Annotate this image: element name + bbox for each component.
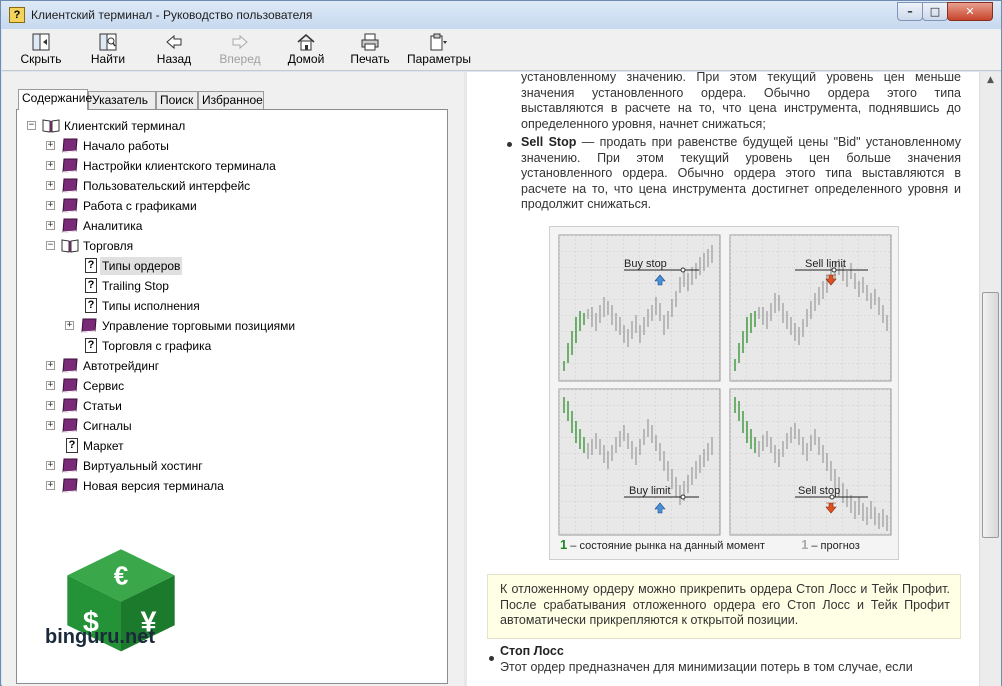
book-icon [62,198,78,213]
options-icon [430,33,447,51]
hide-icon [32,33,50,51]
expand-icon[interactable]: + [46,361,55,370]
stop-loss-text: Этот ордер предназначен для минимизации … [500,659,913,674]
expand-icon[interactable]: + [46,461,55,470]
help-topic-icon: ? [85,278,97,293]
close-button[interactable]: ✕ [947,2,993,21]
book-icon [62,398,78,413]
tab-favorites[interactable]: Избранное [198,91,264,109]
expand-icon[interactable]: + [46,161,55,170]
legend-current: – состояние рынка на данный момент [567,540,765,552]
book-icon [81,318,97,333]
stop-loss-term: Стоп Лосс [500,644,564,658]
main-window: ? Клиентский терминал - Руководство поль… [0,0,1002,686]
sell-stop-paragraph: Sell Stop — продать при равенстве будуще… [521,135,961,213]
open-book-icon [42,119,60,133]
help-topic-icon: ? [85,298,97,313]
tab-index[interactable]: Указатель [88,91,156,109]
window-title: Клиентский терминал - Руководство пользо… [31,8,313,22]
tab-contents[interactable]: Содержание [18,89,92,110]
book-icon [62,358,78,373]
toolbar: Скрыть Найти Назад Вперед Домой Печать П… [2,29,1001,71]
print-button[interactable]: Печать [350,31,390,69]
note-text: К отложенному ордеру можно прикрепить ор… [500,582,950,628]
hide-button[interactable]: Скрыть [20,31,62,69]
help-topic-icon: ? [66,438,78,453]
vertical-scrollbar[interactable]: ▲ [979,72,1001,686]
printer-icon [361,33,379,51]
topic-content: установленному значению. При этом текущи… [467,72,979,686]
book-icon [62,138,78,153]
book-icon [62,378,78,393]
collapse-icon[interactable]: − [27,121,36,130]
minimize-button[interactable]: – [897,2,923,21]
expand-icon[interactable]: + [46,141,55,150]
book-icon [62,418,78,433]
chart-label-buy-stop: Buy stop [624,258,667,270]
home-button[interactable]: Домой [286,31,326,69]
expand-icon[interactable]: + [46,401,55,410]
expand-icon[interactable]: + [65,321,74,330]
text-paragraph: установленному значению. При этом текущи… [521,72,961,131]
chart-label-sell-limit: Sell limit [805,258,846,270]
back-button[interactable]: Назад [154,31,194,69]
collapse-icon[interactable]: − [46,241,55,250]
expand-icon[interactable]: + [46,201,55,210]
help-topic-icon: ? [85,258,97,273]
help-app-icon: ? [9,7,25,23]
expand-icon[interactable]: + [46,421,55,430]
find-icon [99,33,117,51]
order-charts-svg: Buy stop Sell limit Buy limit Sell stop [558,234,892,536]
sell-stop-text: — продать при равенстве будущей цены "Bi… [521,135,961,212]
book-icon [62,218,78,233]
legend-forecast: – прогноз [808,540,860,552]
scroll-up-arrow-icon[interactable]: ▲ [980,72,1001,89]
title-bar[interactable]: ? Клиентский терминал - Руководство поль… [1,1,1001,29]
book-icon [62,458,78,473]
bullet-icon [489,656,494,661]
forward-arrow-icon [232,34,248,50]
forward-button[interactable]: Вперед [218,31,262,69]
tab-search[interactable]: Поиск [156,91,198,109]
contents-tree[interactable]: − Клиентский терминал + Начало работы + На… [16,109,448,684]
options-button[interactable]: Параметры [407,31,471,69]
open-book-icon [61,239,79,253]
maximize-button[interactable]: □ [922,2,948,21]
book-icon [62,158,78,173]
expand-icon[interactable]: + [46,381,55,390]
scroll-thumb[interactable] [982,292,999,538]
expand-icon[interactable]: + [46,221,55,230]
expand-icon[interactable]: + [46,481,55,490]
help-topic-icon: ? [85,338,97,353]
book-icon [62,178,78,193]
bullet-icon [507,142,512,147]
svg-text:€: € [114,561,129,591]
stop-loss-section: Стоп Лосс Этот ордер предназначен для ми… [500,644,961,675]
figure-legend: 1 – состояние рынка на данный момент 1 –… [560,537,860,552]
order-types-figure: Buy stop Sell limit Buy limit Sell stop … [549,226,899,560]
sell-stop-term: Sell Stop [521,135,577,149]
home-icon [297,34,315,51]
book-icon [62,478,78,493]
back-arrow-icon [166,34,182,50]
navigation-pane: Содержание Указатель Поиск Избранное − К… [2,72,464,686]
chart-label-sell-stop: Sell stop [798,485,840,497]
info-note: К отложенному ордеру можно прикрепить ор… [487,574,961,639]
find-button[interactable]: Найти [88,31,128,69]
logo-text: binguru.net [45,626,155,648]
chart-label-buy-limit: Buy limit [629,485,671,497]
expand-icon[interactable]: + [46,181,55,190]
